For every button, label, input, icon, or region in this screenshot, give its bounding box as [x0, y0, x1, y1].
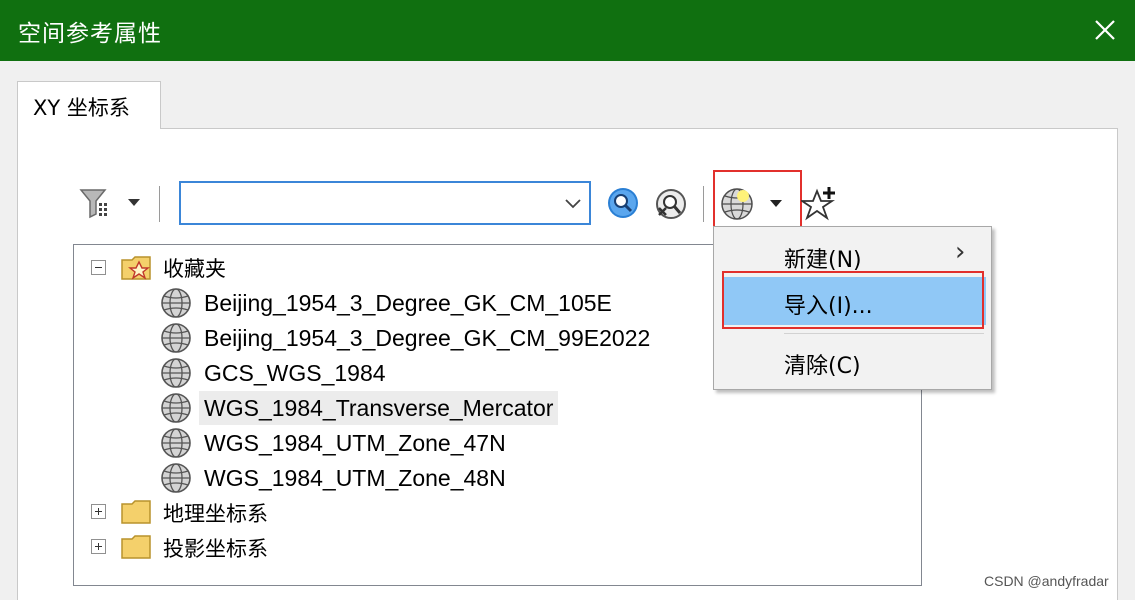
toolbar-separator [159, 186, 160, 222]
coordinate-system-globe-icon [160, 427, 192, 459]
favorites-folder-icon [120, 254, 154, 282]
close-button[interactable] [1075, 0, 1135, 61]
magnifier-icon [608, 188, 638, 218]
tree-item-label: WGS_1984_UTM_Zone_47N [204, 429, 506, 456]
coordinate-system-globe-icon [160, 287, 192, 319]
menu-item-label: 新建(N) [784, 248, 862, 273]
tree-item-label: Beijing_1954_3_Degree_GK_CM_105E [204, 289, 612, 316]
search-input[interactable] [187, 189, 547, 217]
search-button[interactable] [606, 186, 640, 220]
tree-item[interactable]: Beijing_1954_3_Degree_GK_CM_99E2022 [199, 321, 655, 355]
tree-node-geographic[interactable]: 地理坐标系 [163, 498, 268, 528]
filter-icon [79, 189, 140, 219]
toolbar-separator [703, 186, 704, 222]
collapse-toggle[interactable] [91, 260, 106, 275]
tree-item-label: WGS_1984_Transverse_Mercator [204, 394, 554, 421]
coordinate-system-globe-icon [160, 357, 192, 389]
menu-item-clear[interactable]: 清除(C) [714, 337, 991, 385]
clear-search-icon [656, 189, 686, 219]
folder-icon [120, 533, 154, 561]
watermark: CSDN @andyfradar [984, 573, 1109, 589]
tree-item[interactable]: Beijing_1954_3_Degree_GK_CM_105E [199, 286, 617, 320]
coordinate-system-globe-icon [160, 322, 192, 354]
close-icon [1095, 20, 1115, 40]
tree-item-label: WGS_1984_UTM_Zone_48N [204, 464, 506, 491]
tree-node-favorites[interactable]: 收藏夹 [163, 253, 226, 283]
window-title: 空间参考属性 [18, 21, 162, 47]
filter-button[interactable] [78, 186, 148, 222]
coordinate-system-globe-icon [160, 392, 192, 424]
star-add-icon [799, 187, 835, 221]
chevron-down-icon[interactable] [563, 193, 583, 213]
expand-toggle[interactable] [91, 539, 106, 554]
tab-xy-coordinate-system[interactable]: XY 坐标系 [17, 81, 161, 129]
menu-item-label: 清除(C) [784, 354, 861, 379]
tree-item[interactable]: WGS_1984_UTM_Zone_48N [199, 461, 511, 495]
search-combobox[interactable] [179, 181, 591, 225]
clear-search-button[interactable] [653, 186, 689, 222]
tree-item-label: GCS_WGS_1984 [204, 359, 386, 386]
tree-item[interactable]: WGS_1984_Transverse_Mercator [199, 391, 559, 425]
coordinate-system-globe-icon [160, 462, 192, 494]
folder-icon [120, 498, 154, 526]
annotation-highlight [713, 170, 802, 232]
tree-item[interactable]: WGS_1984_UTM_Zone_47N [199, 426, 511, 460]
annotation-highlight [722, 271, 984, 329]
tree-node-projected[interactable]: 投影坐标系 [163, 533, 268, 563]
tab-label: XY 坐标系 [33, 96, 130, 120]
tree-item[interactable]: GCS_WGS_1984 [199, 356, 391, 390]
title-bar: 空间参考属性 [0, 0, 1135, 61]
expand-toggle[interactable] [91, 504, 106, 519]
tree-item-label: Beijing_1954_3_Degree_GK_CM_99E2022 [204, 324, 651, 351]
menu-separator [784, 333, 984, 334]
add-favorite-button[interactable] [799, 186, 837, 222]
submenu-arrow-icon: › [955, 237, 966, 267]
chevron-down-icon [128, 199, 140, 206]
